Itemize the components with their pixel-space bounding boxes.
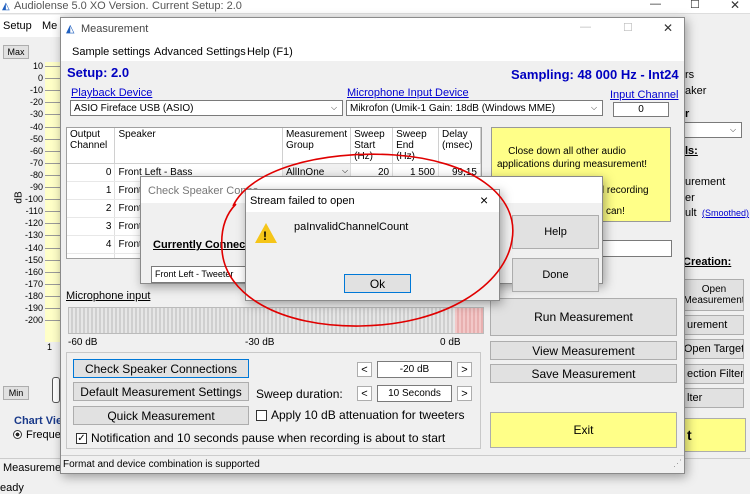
red-annotation-ellipse <box>220 153 514 327</box>
red-annotation-stroke <box>220 153 514 327</box>
